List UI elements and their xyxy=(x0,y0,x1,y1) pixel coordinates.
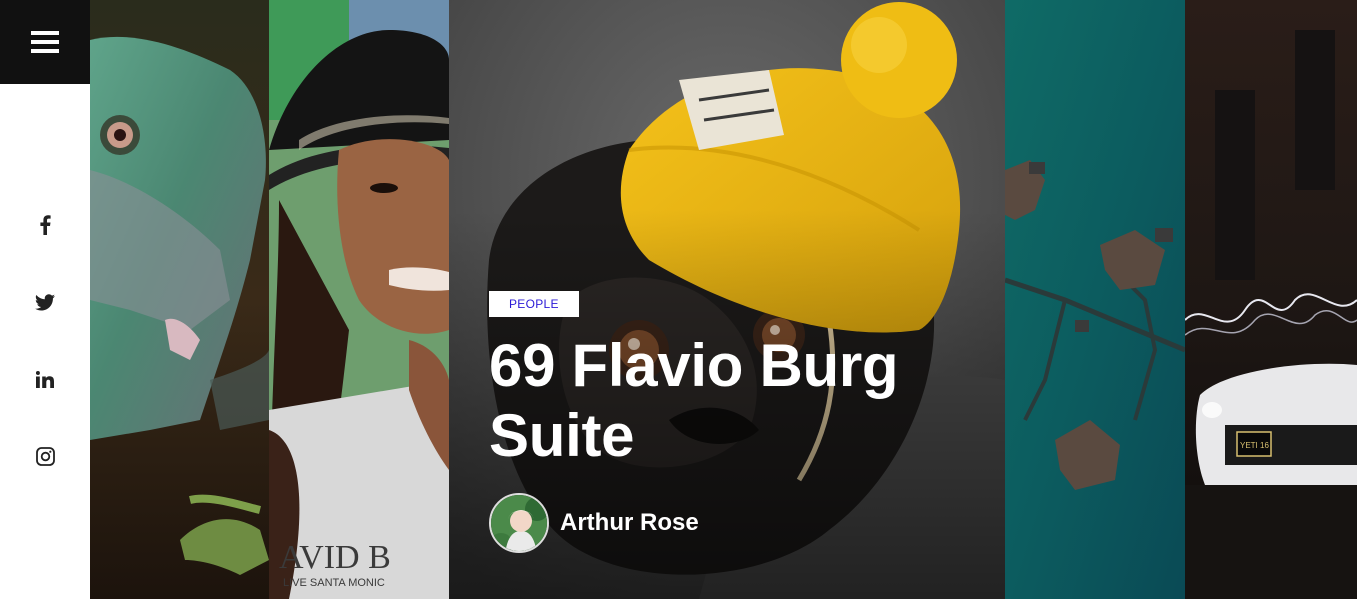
category-badge[interactable]: PEOPLE xyxy=(489,291,579,317)
post-panel-iguana[interactable] xyxy=(90,0,269,599)
twitter-link[interactable] xyxy=(0,287,90,317)
woman-image: AVID B LIVE SANTA MONIC xyxy=(269,0,449,599)
instagram-icon xyxy=(35,446,55,466)
car-image: YETI 16 xyxy=(1185,0,1357,599)
author-block: Arthur Rose xyxy=(489,493,989,553)
sidebar xyxy=(0,0,90,599)
avatar[interactable] xyxy=(489,493,549,553)
menu-button[interactable] xyxy=(0,0,90,84)
linkedin-icon xyxy=(36,370,54,388)
post-panel-car[interactable]: YETI 16 xyxy=(1185,0,1357,599)
facebook-icon xyxy=(40,215,51,235)
linkedin-link[interactable] xyxy=(0,364,90,394)
facebook-link[interactable] xyxy=(0,210,90,240)
author-name[interactable]: Arthur Rose xyxy=(560,509,699,537)
svg-text:LIVE SANTA MONIC: LIVE SANTA MONIC xyxy=(283,577,385,589)
hamburger-icon xyxy=(31,31,59,53)
post-panel-aerial[interactable] xyxy=(1005,0,1185,599)
svg-text:YETI 16: YETI 16 xyxy=(1240,441,1269,450)
aerial-water-image xyxy=(1005,0,1185,599)
author-photo xyxy=(491,495,547,551)
svg-text:AVID B: AVID B xyxy=(279,539,391,576)
post-title[interactable]: 69 Flavio Burg Suite xyxy=(489,331,989,471)
iguana-image xyxy=(90,0,269,599)
twitter-icon xyxy=(35,293,55,310)
post-panel-woman[interactable]: AVID B LIVE SANTA MONIC xyxy=(269,0,449,599)
instagram-link[interactable] xyxy=(0,441,90,471)
featured-caption: PEOPLE 69 Flavio Burg Suite Arthur Rose xyxy=(489,291,989,553)
